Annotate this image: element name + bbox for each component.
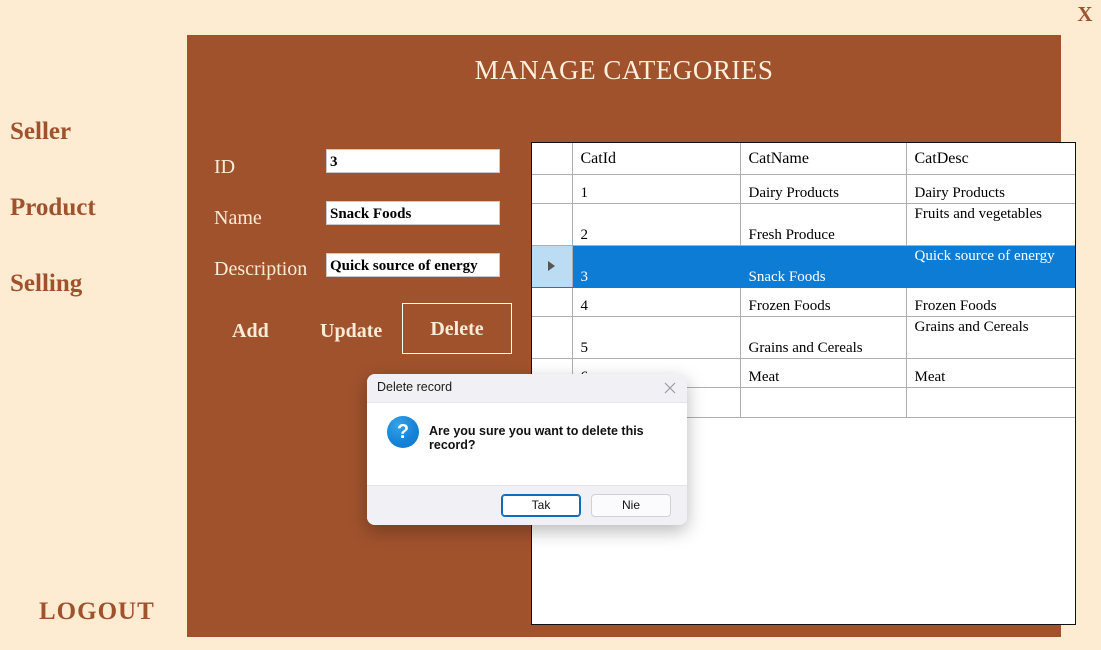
main-panel: MANAGE CATEGORIES ID Name Description 3 … [187,35,1076,637]
row-selector-arrow-icon [548,260,556,271]
description-input[interactable]: Quick source of energy [326,253,500,277]
dialog-body: ? Are you sure you want to delete this r… [367,403,687,485]
cell-catid[interactable]: 5 [572,316,741,359]
update-button[interactable]: Update [320,320,382,343]
cell-catname[interactable]: Frozen Foods [740,287,907,317]
table-row[interactable]: 1 Dairy Products Dairy Products [532,174,1075,204]
cell-catid[interactable]: 1 [572,174,741,204]
cell-catid[interactable]: 4 [572,287,741,317]
cell-catdesc[interactable] [906,387,1075,418]
cell-catid[interactable]: 2 [572,203,741,246]
cell-catdesc[interactable]: Frozen Foods [906,287,1075,317]
cell-catdesc[interactable]: Grains and Cereals [906,316,1075,359]
row-selector-cell[interactable] [532,174,573,204]
row-selector-header [532,143,573,175]
dialog-titlebar: Delete record [367,374,687,403]
dialog-footer: Tak Nie [367,485,687,525]
logout-button[interactable]: LOGOUT [39,598,155,626]
dialog-title: Delete record [377,380,453,394]
sidebar: Seller Product Selling LOGOUT [0,0,187,650]
row-selector-cell[interactable] [532,245,573,288]
delete-button[interactable]: Delete [402,303,512,354]
dialog-no-button[interactable]: Nie [591,494,671,517]
cell-catid[interactable]: 3 [572,245,741,288]
sidebar-item-selling[interactable]: Selling [10,270,82,298]
table-row[interactable]: 4 Frozen Foods Frozen Foods [532,287,1075,317]
cell-catname[interactable]: Fresh Produce [740,203,907,246]
cell-catname[interactable]: Dairy Products [740,174,907,204]
cell-catname[interactable]: Grains and Cereals [740,316,907,359]
close-icon[interactable] [661,379,679,397]
name-input[interactable]: Snack Foods [326,201,500,225]
name-label: Name [214,207,262,229]
description-label: Description [214,258,308,280]
column-header-catid[interactable]: CatId [572,143,741,175]
id-label: ID [214,156,236,178]
row-selector-cell[interactable] [532,287,573,317]
table-row[interactable]: 2 Fresh Produce Fruits and vegetables [532,203,1075,246]
id-input[interactable]: 3 [326,149,500,173]
table-row-selected[interactable]: 3 Snack Foods Quick source of energy [532,245,1075,288]
delete-record-dialog: Delete record ? Are you sure you want to… [367,374,687,525]
cell-catdesc[interactable]: Meat [906,358,1075,388]
cell-catname[interactable] [740,387,907,418]
sidebar-item-product[interactable]: Product [10,194,96,222]
table-row[interactable]: 5 Grains and Cereals Grains and Cereals [532,316,1075,359]
cell-catdesc[interactable]: Fruits and vegetables [906,203,1075,246]
question-icon: ? [387,416,419,448]
cell-catdesc[interactable]: Quick source of energy [906,245,1075,288]
row-selector-cell[interactable] [532,316,573,359]
window-close-button[interactable]: X [1073,0,1097,28]
sidebar-item-seller[interactable]: Seller [10,118,71,146]
cell-catname[interactable]: Meat [740,358,907,388]
column-header-catname[interactable]: CatName [740,143,907,175]
column-header-catdesc[interactable]: CatDesc [906,143,1075,175]
cell-catname[interactable]: Snack Foods [740,245,907,288]
table-header-row: CatId CatName CatDesc [532,143,1075,175]
dialog-message: Are you sure you want to delete this rec… [429,424,644,452]
dialog-yes-button[interactable]: Tak [501,494,581,517]
cell-catdesc[interactable]: Dairy Products [906,174,1075,204]
row-selector-cell[interactable] [532,203,573,246]
page-title: MANAGE CATEGORIES [474,55,774,85]
add-button[interactable]: Add [232,320,269,343]
